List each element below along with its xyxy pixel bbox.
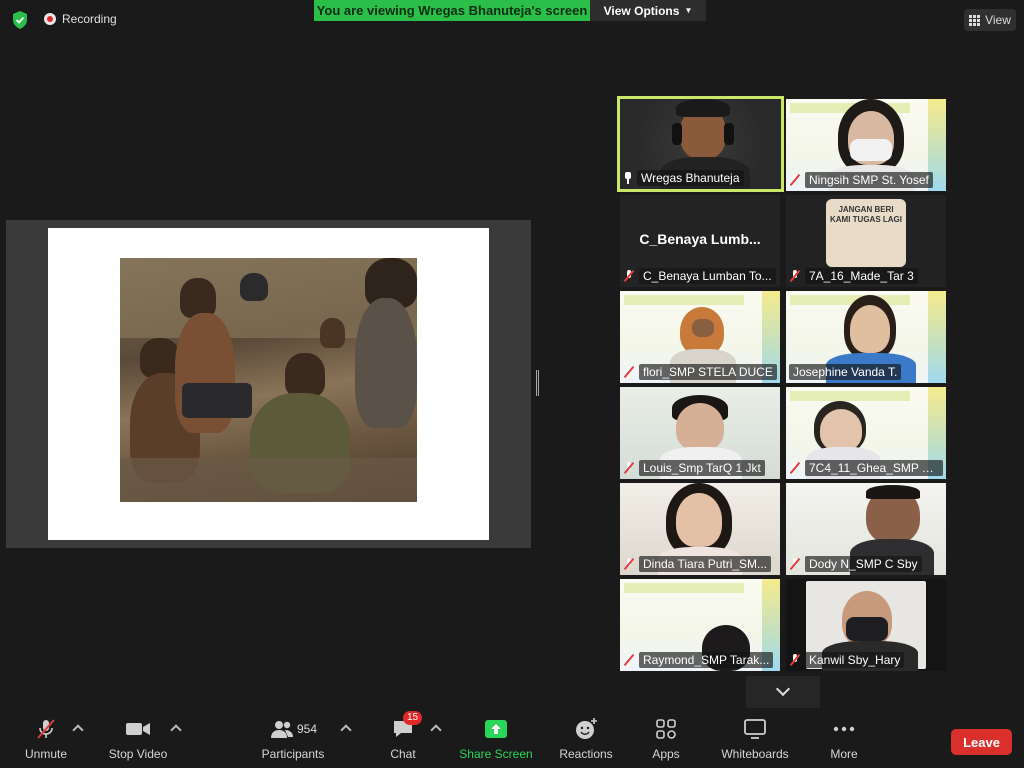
chat-unread-badge: 15 (403, 711, 423, 725)
video-tile[interactable]: Wregas Bhanuteja (617, 96, 784, 192)
participants-label: Participants (261, 747, 325, 761)
apps-button[interactable]: Apps (646, 712, 686, 768)
participant-name: Josephine Vanda T. (789, 364, 902, 380)
muted-mic-icon (623, 270, 635, 282)
muted-mic-icon (623, 558, 635, 570)
view-label: View (985, 13, 1011, 27)
apps-label: Apps (652, 747, 680, 761)
participant-name: Dinda Tiara Putri_SM... (639, 556, 772, 572)
apps-icon (656, 719, 676, 739)
video-tile[interactable]: Dinda Tiara Putri_SM... (620, 483, 780, 575)
participant-name: Dody N_SMP C Sby (805, 556, 922, 572)
chevron-down-icon: ▼ (684, 6, 693, 15)
participant-name: Raymond_SMP Tarak... (639, 652, 774, 668)
participant-name: Ningsih SMP St. Yosef (805, 172, 933, 188)
participant-name: 7C4_11_Ghea_SMP Ta... (805, 460, 943, 476)
muted-mic-icon (789, 174, 801, 186)
chevron-down-icon (775, 681, 791, 697)
video-tile[interactable]: C_Benaya Lumb... C_Benaya Lumban To... (620, 195, 780, 287)
video-tile[interactable]: 7C4_11_Ghea_SMP Ta... (786, 387, 946, 479)
whiteboard-icon (744, 719, 766, 739)
muted-microphone-icon (37, 719, 55, 739)
chat-button[interactable]: 15 Chat (384, 711, 423, 768)
view-button[interactable]: View (964, 9, 1016, 31)
share-screen-label: Share Screen (459, 747, 533, 761)
view-options-label: View Options (603, 3, 680, 18)
video-camera-icon (126, 723, 150, 735)
profile-image-text: JANGAN BERI KAMI TUGAS LAGI (830, 205, 902, 224)
chat-label: Chat (390, 747, 416, 761)
recording-label: Recording (62, 12, 117, 26)
meeting-top-bar: Recording You are viewing Wregas Bhanute… (0, 0, 1024, 40)
muted-mic-icon (623, 462, 635, 474)
video-tile[interactable]: JANGAN BERI KAMI TUGAS LAGI 7A_16_Made_T… (786, 195, 946, 287)
spotlight-icon (623, 172, 633, 184)
slide-photo (120, 258, 417, 502)
muted-mic-icon (789, 558, 801, 570)
share-screen-button[interactable]: Share Screen (458, 712, 534, 768)
shared-screen (6, 220, 531, 548)
muted-mic-icon (789, 270, 801, 282)
participant-name: 7A_16_Made_Tar 3 (805, 268, 918, 284)
muted-mic-icon (789, 462, 801, 474)
participant-name: Kanwil Sby_Hary (805, 652, 905, 668)
unmute-label: Unmute (24, 747, 68, 761)
stop-video-button[interactable]: Stop Video (104, 712, 172, 768)
panel-resize-handle[interactable] (536, 370, 539, 396)
participant-display-name: C_Benaya Lumb... (639, 231, 761, 247)
participants-button[interactable]: 954 Participants (258, 712, 328, 768)
muted-mic-icon (623, 654, 635, 666)
participants-icon (270, 721, 293, 738)
stop-video-label: Stop Video (108, 747, 168, 761)
reactions-label: Reactions (559, 747, 613, 761)
video-tile[interactable]: Kanwil Sby_Hary (786, 579, 946, 671)
smiley-icon (576, 718, 597, 739)
security-shield-icon[interactable] (10, 10, 30, 30)
view-options-button[interactable]: View Options ▼ (590, 0, 706, 21)
unmute-button[interactable]: Unmute (18, 712, 74, 768)
audio-options-caret-icon[interactable] (72, 724, 84, 736)
recording-icon (44, 13, 56, 25)
video-tile[interactable]: Ningsih SMP St. Yosef (786, 99, 946, 191)
shared-slide (48, 228, 489, 540)
video-tile[interactable]: Louis_Smp TarQ 1 Jkt (620, 387, 780, 479)
gallery-next-page-button[interactable] (746, 676, 820, 708)
share-screen-icon (485, 720, 507, 738)
muted-mic-icon (623, 366, 635, 378)
participant-name: Louis_Smp TarQ 1 Jkt (639, 460, 765, 476)
participant-name: flori_SMP STELA DUCE (639, 364, 777, 380)
whiteboards-button[interactable]: Whiteboards (716, 712, 794, 768)
meeting-controls-toolbar: Unmute Stop Video 954 Participants 15 Ch… (0, 711, 1024, 768)
participant-name: Wregas Bhanuteja (637, 170, 744, 186)
chat-options-caret-icon[interactable] (430, 724, 442, 736)
participant-name: C_Benaya Lumban To... (639, 268, 776, 284)
video-tile[interactable]: Raymond_SMP Tarak... (620, 579, 780, 671)
muted-mic-icon (789, 654, 801, 666)
more-dots-icon (833, 726, 855, 732)
video-options-caret-icon[interactable] (170, 724, 182, 736)
grid-view-icon (969, 14, 981, 26)
video-tile[interactable]: flori_SMP STELA DUCE (620, 291, 780, 383)
more-label: More (830, 747, 858, 761)
viewing-screen-banner: You are viewing Wregas Bhanuteja's scree… (314, 0, 590, 21)
recording-indicator[interactable]: Recording (44, 12, 117, 26)
whiteboards-label: Whiteboards (721, 747, 789, 761)
participants-options-caret-icon[interactable] (340, 724, 352, 736)
reactions-button[interactable]: Reactions (558, 712, 614, 768)
video-tile[interactable]: Josephine Vanda T. (786, 291, 946, 383)
video-tile[interactable]: Dody N_SMP C Sby (786, 483, 946, 575)
leave-button[interactable]: Leave (951, 729, 1012, 755)
participants-count: 954 (296, 722, 318, 736)
more-button[interactable]: More (824, 712, 864, 768)
